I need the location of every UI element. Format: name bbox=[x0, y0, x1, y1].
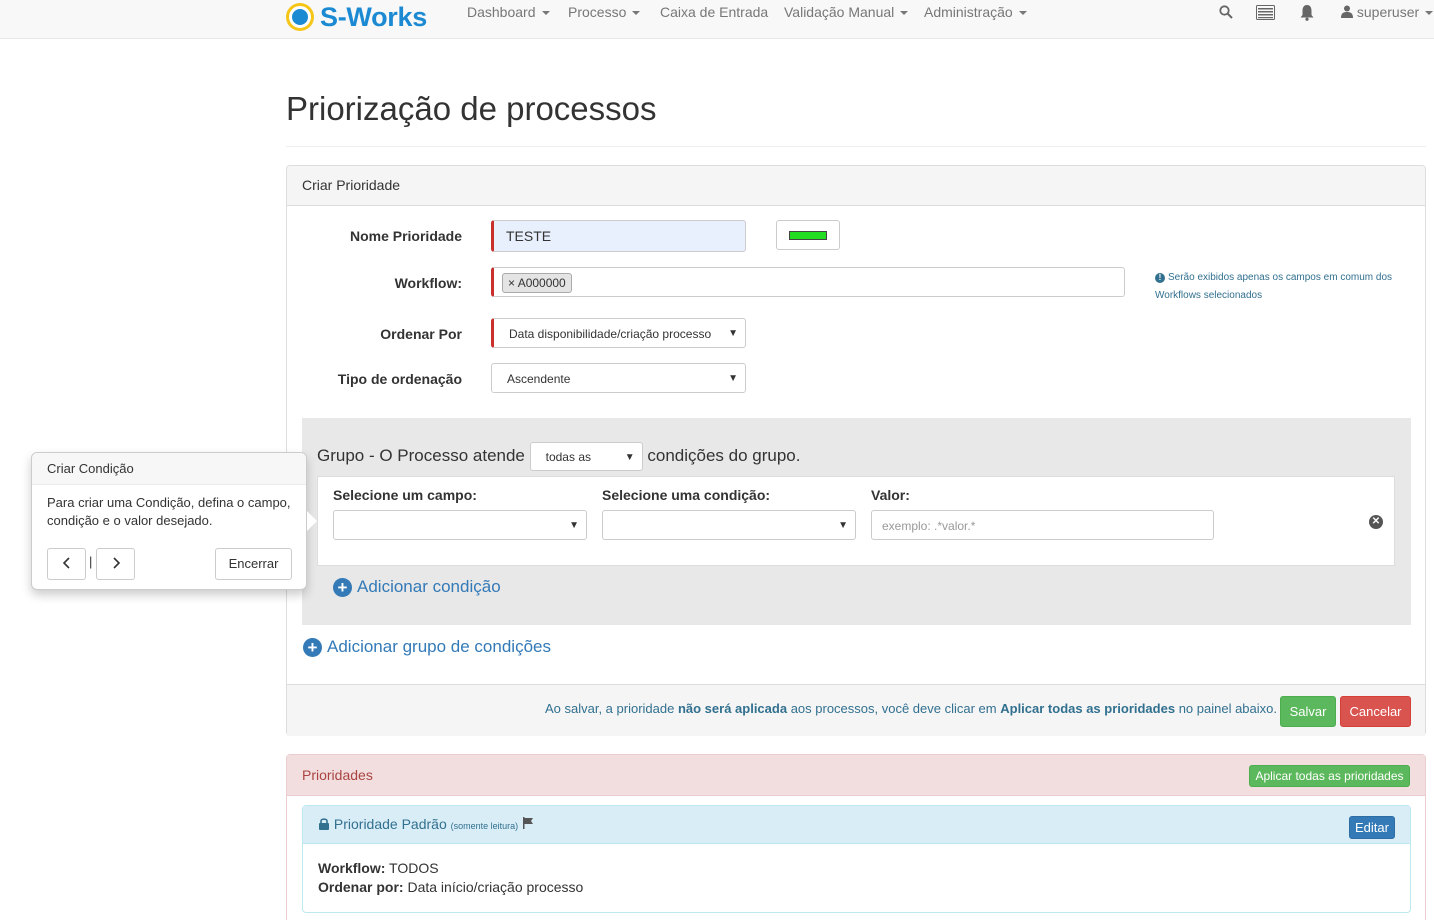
add-group-link[interactable]: + Adicionar grupo de condições bbox=[303, 637, 551, 657]
condicao-select[interactable]: ▼ bbox=[602, 510, 856, 540]
nav-processo[interactable]: Processo bbox=[568, 4, 641, 20]
tipo-ordenacao-label: Tipo de ordenação bbox=[337, 371, 462, 387]
select-caret-icon: ▼ bbox=[838, 520, 848, 531]
ordenar-por-select[interactable]: Data disponibilidade/criação processo ▼ bbox=[491, 318, 746, 348]
chevron-left-icon bbox=[62, 557, 70, 569]
select-caret-icon: ▼ bbox=[728, 328, 738, 339]
remove-condition-icon[interactable]: ✕ bbox=[1369, 515, 1383, 529]
caret-down-icon bbox=[632, 11, 641, 16]
lock-icon bbox=[319, 818, 329, 830]
nav-dashboard[interactable]: Dashboard bbox=[467, 4, 550, 20]
campo-select[interactable]: ▼ bbox=[333, 510, 587, 540]
nav-administracao[interactable]: Administração bbox=[924, 4, 1027, 20]
nav-validacao-manual[interactable]: Validação Manual bbox=[784, 4, 909, 20]
workflow-multiselect[interactable]: × A000000 bbox=[491, 267, 1125, 297]
group-match-select[interactable]: todas as ▼ bbox=[529, 442, 643, 471]
list-icon[interactable] bbox=[1256, 5, 1275, 23]
color-picker-button[interactable] bbox=[776, 220, 840, 250]
cancel-button[interactable]: Cancelar bbox=[1340, 696, 1411, 727]
workflow-label: Workflow: bbox=[394, 275, 462, 291]
save-note: Ao salvar, a prioridade não será aplicad… bbox=[544, 701, 1277, 716]
caret-down-icon bbox=[900, 11, 909, 16]
ordenar-detail: Ordenar por: Data início/criação process… bbox=[318, 879, 584, 895]
popover-separator: | bbox=[89, 554, 93, 569]
group-title: Grupo - O Processo atende todas as ▼ con… bbox=[317, 442, 800, 471]
workflow-detail: Workflow: TODOS bbox=[318, 860, 439, 876]
readonly-note: (somente leitura) bbox=[450, 821, 519, 831]
edit-button[interactable]: Editar bbox=[1349, 816, 1395, 839]
popover-arrow bbox=[307, 511, 317, 531]
color-swatch bbox=[789, 231, 827, 240]
user-icon bbox=[1341, 5, 1353, 18]
plus-circle-icon: + bbox=[333, 577, 352, 597]
default-priority-card: Prioridade Padrão (somente leitura) Edit… bbox=[302, 805, 1411, 913]
nav-caixa-de-entrada[interactable]: Caixa de Entrada bbox=[660, 4, 768, 20]
select-caret-icon: ▼ bbox=[569, 520, 579, 531]
caret-down-icon bbox=[1425, 11, 1434, 16]
valor-label: Valor: bbox=[871, 487, 910, 503]
default-priority-heading: Prioridade Padrão (somente leitura) Edit… bbox=[303, 806, 1410, 844]
info-icon: ! bbox=[1155, 273, 1165, 283]
brand-logo[interactable]: S-Works bbox=[286, 1, 427, 33]
title-divider bbox=[286, 146, 1426, 147]
prioridades-heading: Prioridades Aplicar todas as prioridades bbox=[287, 755, 1425, 796]
panel-footer: Ao salvar, a prioridade não será aplicad… bbox=[287, 684, 1425, 736]
popover-content: Para criar uma Condição, defina o campo,… bbox=[47, 495, 291, 528]
panel-heading: Criar Prioridade bbox=[287, 166, 1425, 206]
nome-prioridade-label: Nome Prioridade bbox=[349, 228, 462, 244]
condition-group: Grupo - O Processo atende todas as ▼ con… bbox=[302, 418, 1411, 625]
apply-all-button[interactable]: Aplicar todas as prioridades bbox=[1249, 765, 1410, 787]
search-icon[interactable] bbox=[1219, 5, 1233, 22]
default-priority-name: Prioridade Padrão bbox=[333, 816, 447, 832]
popover-title: Criar Condição bbox=[32, 453, 306, 485]
user-menu[interactable]: superuser bbox=[1341, 4, 1434, 20]
brand-name: S-Works bbox=[320, 1, 427, 32]
caret-down-icon bbox=[541, 11, 550, 16]
nome-prioridade-input[interactable]: TESTE bbox=[491, 220, 746, 252]
save-button[interactable]: Salvar bbox=[1280, 696, 1336, 727]
caret-down-icon bbox=[1018, 11, 1027, 16]
workflow-help-text: ! Serão exibidos apenas os campos em comu… bbox=[1155, 272, 1393, 301]
add-condition-link[interactable]: + Adicionar condição bbox=[333, 577, 501, 597]
condition-row: Selecione um campo: Selecione uma condiç… bbox=[317, 476, 1395, 566]
bell-icon[interactable] bbox=[1299, 4, 1315, 24]
flag-icon bbox=[523, 817, 534, 829]
ordenar-por-label: Ordenar Por bbox=[380, 326, 462, 342]
workflow-tag: × A000000 bbox=[502, 273, 572, 293]
popover-close-button[interactable]: Encerrar bbox=[215, 548, 292, 580]
default-priority-details: Workflow: TODOS Ordenar por: Data início… bbox=[303, 844, 1410, 912]
valor-input[interactable]: exemplo: .*valor.* bbox=[871, 510, 1214, 540]
logo-icon bbox=[286, 3, 314, 31]
popover-next-button[interactable] bbox=[96, 548, 135, 580]
prioridades-panel: Prioridades Aplicar todas as prioridades… bbox=[286, 754, 1426, 920]
tag-remove-icon[interactable]: × bbox=[508, 276, 515, 290]
tipo-ordenacao-select[interactable]: Ascendente ▼ bbox=[491, 363, 746, 393]
select-caret-icon: ▼ bbox=[624, 452, 635, 463]
navbar: S-Works Dashboard Processo Caixa de Entr… bbox=[0, 0, 1434, 39]
campo-label: Selecione um campo: bbox=[333, 487, 477, 503]
chevron-right-icon bbox=[112, 557, 120, 569]
page-title: Priorização de processos bbox=[286, 90, 657, 127]
plus-circle-icon: + bbox=[303, 637, 322, 657]
popover-prev-button[interactable] bbox=[47, 548, 86, 580]
workflow-tag-label: A000000 bbox=[517, 276, 566, 290]
condicao-label: Selecione uma condição: bbox=[602, 487, 771, 503]
criar-prioridade-panel: Criar Prioridade Nome Prioridade TESTE W… bbox=[286, 165, 1426, 736]
criar-condicao-popover: Criar Condição Para criar uma Condição, … bbox=[31, 452, 317, 590]
select-caret-icon: ▼ bbox=[728, 373, 738, 384]
